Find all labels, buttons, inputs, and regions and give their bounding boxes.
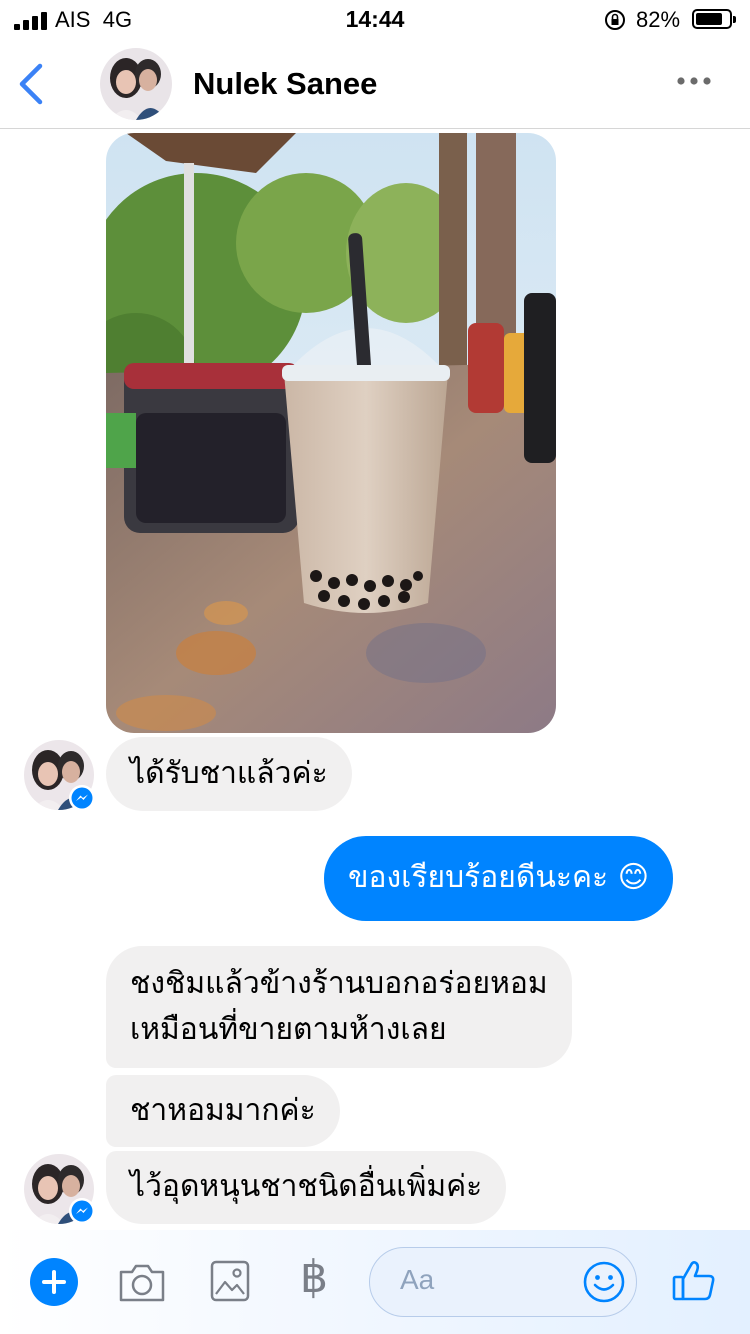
chat-header: Nulek Sanee — [0, 40, 750, 129]
message-input-placeholder: Aa — [400, 1264, 435, 1295]
battery-icon — [692, 9, 736, 29]
contact-name[interactable]: Nulek Sanee — [193, 66, 377, 102]
camera-icon[interactable] — [117, 1260, 167, 1304]
message-line: ชงชิมแล้วข้างร้านบอกอร่อยหอม — [130, 966, 548, 1001]
more-options-icon[interactable] — [676, 75, 712, 87]
shared-photo[interactable] — [106, 133, 556, 733]
message-bubble-incoming[interactable]: ชงชิมแล้วข้างร้านบอกอร่อยหอม เหมือนที่ขา… — [106, 946, 572, 1068]
baht-payment-icon[interactable]: ฿ — [300, 1252, 328, 1303]
battery-percent: 82% — [636, 7, 681, 32]
like-thumb-icon[interactable] — [671, 1257, 717, 1303]
message-line: เหมือนที่ขายตามห้างเลย — [130, 1012, 447, 1047]
message-bubble-incoming[interactable]: ชาหอมมากค่ะ — [106, 1075, 340, 1147]
status-bar: AIS 4G 14:44 82% — [0, 0, 750, 40]
message-bubble-incoming[interactable]: ไว้อุดหนุนชาชนิดอื่นเพิ่มค่ะ — [106, 1151, 507, 1224]
emoji-icon[interactable] — [582, 1260, 626, 1304]
messenger-badge-icon — [69, 785, 95, 811]
message-bubble-outgoing[interactable]: ของเรียบร้อยดีนะคะ 😊 — [324, 836, 673, 921]
rotation-lock-icon — [605, 10, 625, 30]
message-bubble-incoming[interactable]: ได้รับชาแล้วค่ะ — [106, 737, 352, 811]
contact-avatar[interactable] — [100, 48, 172, 120]
back-chevron-icon[interactable] — [14, 60, 48, 108]
message-composer: ฿ Aa — [0, 1230, 750, 1334]
messenger-badge-icon — [69, 1198, 95, 1224]
message-input[interactable]: Aa — [369, 1247, 637, 1317]
plus-icon[interactable] — [30, 1258, 78, 1306]
gallery-icon[interactable] — [210, 1260, 250, 1302]
